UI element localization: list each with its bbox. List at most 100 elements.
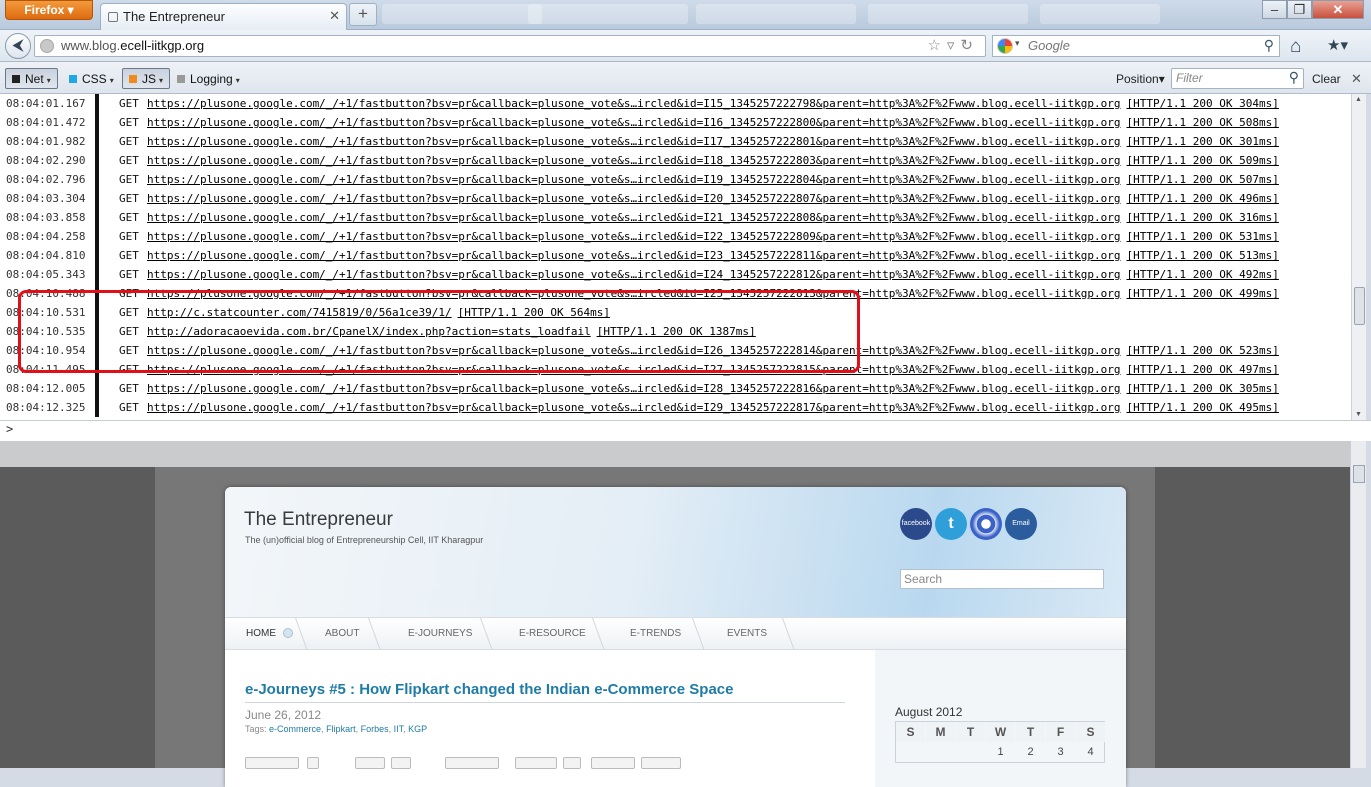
log-status-link[interactable]: [HTTP/1.1 200 OK 305ms] [1127,382,1279,395]
position-menu[interactable]: Position▾ [1116,72,1165,86]
nav-e-journeys[interactable]: E-JOURNEYS [408,628,472,639]
background-tab[interactable] [696,4,856,24]
scroll-down-icon[interactable]: ▼ [1355,411,1362,418]
tag-link[interactable]: e-Commerce [269,724,321,734]
calendar-day[interactable]: 4 [1076,742,1105,762]
back-button[interactable]: ⮜ [5,33,31,59]
console-scrollbar[interactable]: ▲ ▼ [1351,94,1366,420]
like-button[interactable] [515,757,557,769]
log-url-link[interactable]: https://plusone.google.com/_/+1/fastbutt… [147,154,1121,167]
log-status-link[interactable]: [HTTP/1.1 200 OK 316ms] [1127,211,1279,224]
rss-flower-icon[interactable] [970,508,1002,540]
log-url-link[interactable]: https://plusone.google.com/_/+1/fastbutt… [147,382,1121,395]
tag-link[interactable]: KGP [408,724,427,734]
log-status-link[interactable]: [HTTP/1.1 200 OK 496ms] [1127,192,1279,205]
close-window-button[interactable]: ✕ [1312,0,1364,19]
log-status-link[interactable]: [HTTP/1.1 200 OK 523ms] [1127,344,1279,357]
log-method: GET [119,135,139,148]
site-identity-icon[interactable] [40,39,54,53]
calendar-day[interactable]: 2 [1016,742,1045,762]
close-console-icon[interactable]: ✕ [1351,71,1362,87]
log-status-link[interactable]: [HTTP/1.1 200 OK 495ms] [1127,401,1279,414]
post-title-link[interactable]: e-Journeys #5 : How Flipkart changed the… [245,681,733,698]
console-scroll-thumb[interactable] [1354,287,1365,325]
log-status-link[interactable]: [HTTP/1.1 200 OK 492ms] [1127,268,1279,281]
log-status-link[interactable]: [HTTP/1.1 200 OK 507ms] [1127,173,1279,186]
js-filter-button[interactable]: JS ▾ [122,68,171,89]
calendar-day[interactable]: 1 [986,742,1015,762]
log-url-link[interactable]: https://plusone.google.com/_/+1/fastbutt… [147,249,1121,262]
new-tab-button[interactable]: + [349,3,377,26]
tab-the-entrepreneur[interactable]: The Entrepreneur ✕ [100,3,347,30]
maximize-button[interactable]: ❐ [1287,0,1312,19]
share-button[interactable] [445,757,499,769]
log-status-link[interactable]: [HTTP/1.1 200 OK 513ms] [1127,249,1279,262]
home-icon[interactable]: ⌂ [1290,36,1301,58]
log-url-link[interactable]: https://plusone.google.com/_/+1/fastbutt… [147,192,1121,205]
log-status-link[interactable]: [HTTP/1.1 200 OK 304ms] [1127,97,1279,110]
reload-icon[interactable]: ↻ [960,37,979,54]
plusone-share-button[interactable] [355,757,385,769]
bookmark-star-icon[interactable]: ☆ [927,37,946,54]
tag-link[interactable]: Flipkart [326,724,356,734]
clear-button[interactable]: Clear [1312,72,1341,86]
log-status-link[interactable]: [HTTP/1.1 200 OK 508ms] [1127,116,1279,129]
tag-link[interactable]: IIT [394,724,404,734]
background-tab[interactable] [528,4,688,24]
background-tab[interactable] [868,4,1028,24]
background-tab[interactable] [1040,4,1160,24]
log-row: 08:04:02.796 GET https://plusone.google.co… [0,170,1351,189]
log-status-link[interactable]: [HTTP/1.1 200 OK 499ms] [1127,287,1279,300]
search-bar[interactable]: ▾ Google ⚲ [992,35,1280,57]
google-engine-icon[interactable] [997,38,1013,54]
blog-search-input[interactable]: Search [900,569,1104,589]
facebook-icon[interactable]: facebook [900,508,932,540]
log-row: 08:04:02.290 GET https://plusone.google.co… [0,151,1351,170]
address-bar[interactable]: www.blog.ecell-iitkgp.org ☆▿↻ [34,35,986,57]
tag-link[interactable]: Forbes [361,724,389,734]
log-status-link[interactable]: [HTTP/1.1 200 OK 509ms] [1127,154,1279,167]
email-icon[interactable]: Email [1005,508,1037,540]
log-status-link[interactable]: [HTTP/1.1 200 OK 497ms] [1127,363,1279,376]
nav-e-resource[interactable]: E-RESOURCE [519,628,586,639]
net-filter-button[interactable]: Net ▾ [5,68,58,89]
search-icon[interactable]: ⚲ [1264,37,1274,54]
tweet-share-button[interactable] [245,757,299,769]
page-scrollbar[interactable] [1350,441,1366,768]
calendar-month: August 2012 [895,705,963,719]
page-scroll-thumb[interactable] [1353,465,1365,483]
filter-input[interactable]: Filter ⚲ [1171,68,1304,89]
log-status-link[interactable]: [HTTP/1.1 200 OK 301ms] [1127,135,1279,148]
nav-about[interactable]: ABOUT [325,628,359,639]
tab-close-icon[interactable]: ✕ [329,8,340,24]
log-url-link[interactable]: https://plusone.google.com/_/+1/fastbutt… [147,135,1121,148]
nav-home[interactable]: HOME [246,628,276,639]
minimize-button[interactable]: – [1262,0,1287,19]
log-url-link[interactable]: https://plusone.google.com/_/+1/fastbutt… [147,401,1121,414]
engine-dropdown-icon[interactable]: ▾ [1015,38,1020,49]
log-url-link[interactable]: https://plusone.google.com/_/+1/fastbutt… [147,268,1121,281]
log-url-link[interactable]: https://plusone.google.com/_/+1/fastbutt… [147,97,1121,110]
nav-e-trends[interactable]: E-TRENDS [630,628,681,639]
weekday-label: T [956,722,985,742]
console-command-line[interactable]: > [0,420,1371,441]
scroll-up-icon[interactable]: ▲ [1355,96,1362,103]
logging-filter-button[interactable]: Logging ▾ [170,68,247,89]
css-filter-button[interactable]: CSS ▾ [62,68,121,89]
site-title[interactable]: The Entrepreneur [244,509,393,531]
nav-events[interactable]: EVENTS [727,628,767,639]
pin-share-button[interactable] [641,757,681,769]
log-url-link[interactable]: https://plusone.google.com/_/+1/fastbutt… [147,211,1121,224]
calendar-day[interactable]: 3 [1046,742,1075,762]
bookmarks-menu-icon[interactable]: ★▾ [1327,36,1348,54]
log-row: 08:04:01.472 GET https://plusone.google.co… [0,113,1351,132]
background-tab[interactable] [382,4,542,24]
history-dropdown-icon[interactable]: ▿ [947,37,961,54]
log-url-link[interactable]: https://plusone.google.com/_/+1/fastbutt… [147,116,1121,129]
log-status-link[interactable]: [HTTP/1.1 200 OK 531ms] [1127,230,1279,243]
twitter-icon[interactable]: t [935,508,967,540]
log-url-link[interactable]: https://plusone.google.com/_/+1/fastbutt… [147,230,1121,243]
email-share-button[interactable] [591,757,635,769]
firefox-menu-button[interactable]: Firefox ▾ [5,0,93,20]
log-url-link[interactable]: https://plusone.google.com/_/+1/fastbutt… [147,173,1121,186]
